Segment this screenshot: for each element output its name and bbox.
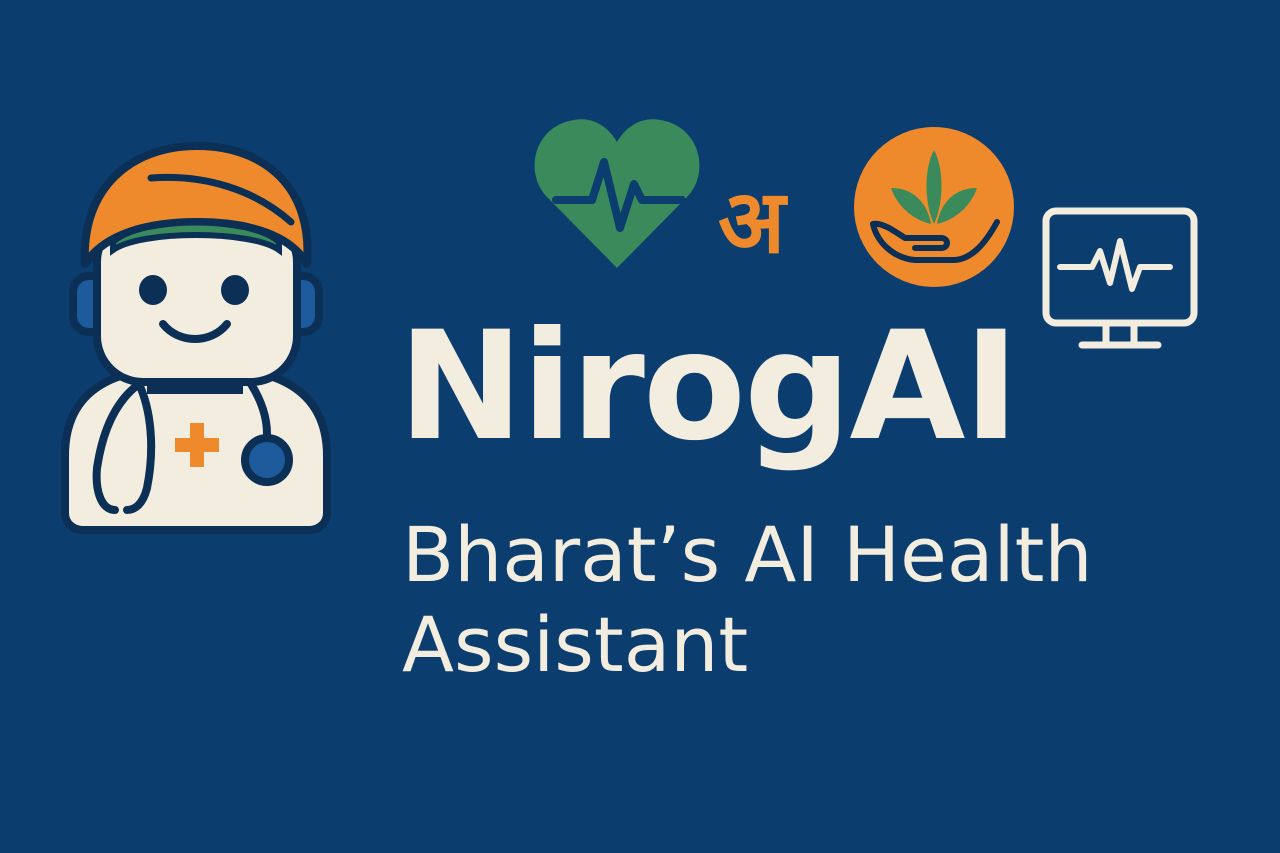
banner: अ NirogAI Bharat’s AI Health Assistant <box>0 0 1280 853</box>
doctor-robot-icon <box>61 142 331 534</box>
heart-monitor-icon <box>1042 207 1198 349</box>
devanagari-letter-icon: अ <box>718 170 786 273</box>
hand-plant-icon <box>854 127 1014 287</box>
tagline: Bharat’s AI Health Assistant <box>402 510 1093 689</box>
brand-title: NirogAI <box>398 300 1019 474</box>
heart-pulse-icon <box>534 119 700 268</box>
